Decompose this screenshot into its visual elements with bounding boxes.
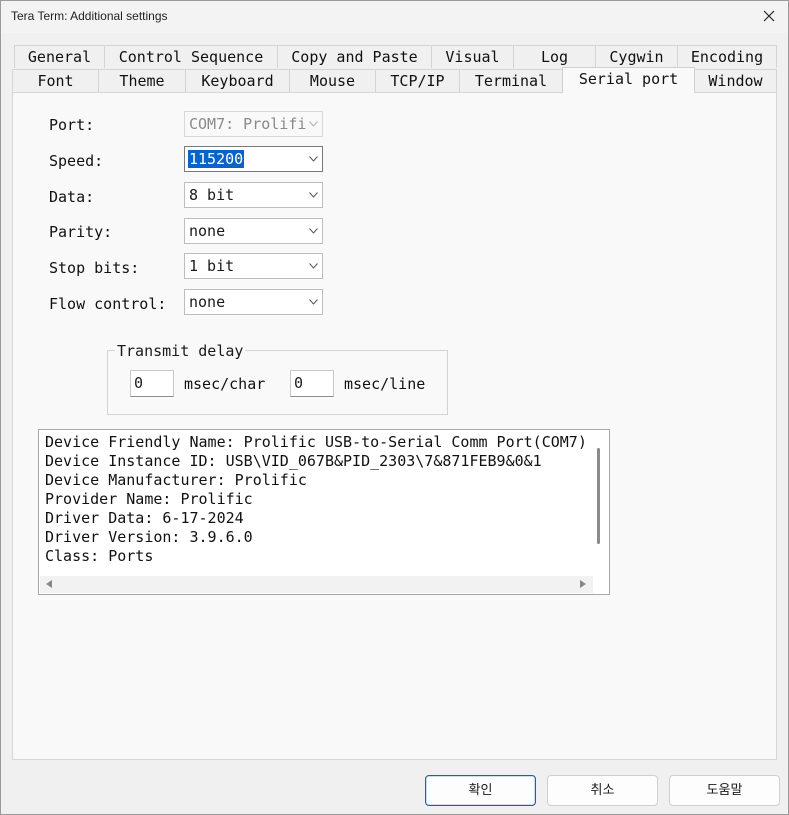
tab-terminal[interactable]: Terminal <box>459 69 563 92</box>
device-info-line: Driver Version: 3.9.6.0 <box>45 528 253 546</box>
device-info-line: Class: Ports <box>45 547 154 565</box>
tab-font[interactable]: Font <box>12 69 99 92</box>
tab-tcp-ip[interactable]: TCP/IP <box>375 69 460 92</box>
chevron-down-icon <box>309 121 318 127</box>
speed-select[interactable]: 115200 <box>184 146 323 172</box>
tab-serial-port[interactable]: Serial port <box>562 67 695 93</box>
parity-label: Parity: <box>49 223 113 241</box>
tab-copy-and-paste[interactable]: Copy and Paste <box>277 45 432 68</box>
msec-per-char-input[interactable]: 0 <box>130 370 174 397</box>
stop-bits-label: Stop bits: <box>49 259 140 277</box>
tab-keyboard[interactable]: Keyboard <box>185 69 290 92</box>
device-info-box[interactable]: Device Friendly Name: Prolific USB-to-Se… <box>38 429 610 595</box>
close-icon <box>763 10 775 22</box>
vertical-scrollbar[interactable] <box>597 448 600 544</box>
serial-port-panel <box>12 92 777 760</box>
chevron-down-icon <box>309 299 318 305</box>
flow-control-select[interactable]: none <box>184 289 323 315</box>
settings-dialog: Tera Term: Additional settings General C… <box>0 0 789 815</box>
tab-control-sequence[interactable]: Control Sequence <box>104 45 278 68</box>
tab-log[interactable]: Log <box>513 45 596 68</box>
tab-cygwin[interactable]: Cygwin <box>595 45 678 68</box>
window-title: Tera Term: Additional settings <box>11 9 168 23</box>
msec-char-label: msec/char <box>184 375 266 393</box>
data-label: Data: <box>49 188 95 206</box>
chevron-down-icon <box>309 192 318 198</box>
port-select: COM7: Prolifi <box>184 111 323 137</box>
tab-general[interactable]: General <box>14 45 105 68</box>
speed-label: Speed: <box>49 152 104 170</box>
data-select[interactable]: 8 bit <box>184 182 323 208</box>
cancel-button[interactable]: 취소 <box>547 775 658 806</box>
ok-button[interactable]: 확인 <box>425 775 536 806</box>
msec-line-label: msec/line <box>344 375 426 393</box>
chevron-down-icon <box>309 228 318 234</box>
device-info-line: Driver Data: 6-17-2024 <box>45 509 244 527</box>
tab-window[interactable]: Window <box>694 69 777 92</box>
device-info-line: Device Friendly Name: Prolific USB-to-Se… <box>45 433 587 451</box>
tab-mouse[interactable]: Mouse <box>289 69 376 92</box>
horizontal-scrollbar[interactable] <box>40 576 593 593</box>
tab-theme[interactable]: Theme <box>98 69 186 92</box>
chevron-down-icon <box>309 156 318 162</box>
device-info-line: Provider Name: Prolific <box>45 490 253 508</box>
tab-encoding[interactable]: Encoding <box>677 45 777 68</box>
help-button[interactable]: 도움말 <box>669 775 780 806</box>
stop-bits-select[interactable]: 1 bit <box>184 253 323 279</box>
scroll-left-icon[interactable] <box>46 580 52 588</box>
chevron-down-icon <box>309 263 318 269</box>
close-button[interactable] <box>758 5 780 27</box>
msec-per-line-input[interactable]: 0 <box>290 370 334 397</box>
title-bar: Tera Term: Additional settings <box>1 1 788 33</box>
transmit-delay-title: Transmit delay <box>115 342 246 360</box>
tab-visual[interactable]: Visual <box>431 45 514 68</box>
parity-select[interactable]: none <box>184 218 323 244</box>
device-info-line: Device Instance ID: USB\VID_067B&PID_230… <box>45 452 542 470</box>
flow-control-label: Flow control: <box>49 295 167 313</box>
device-info-line: Device Manufacturer: Prolific <box>45 471 307 489</box>
port-label: Port: <box>49 116 95 134</box>
scroll-right-icon[interactable] <box>580 580 586 588</box>
